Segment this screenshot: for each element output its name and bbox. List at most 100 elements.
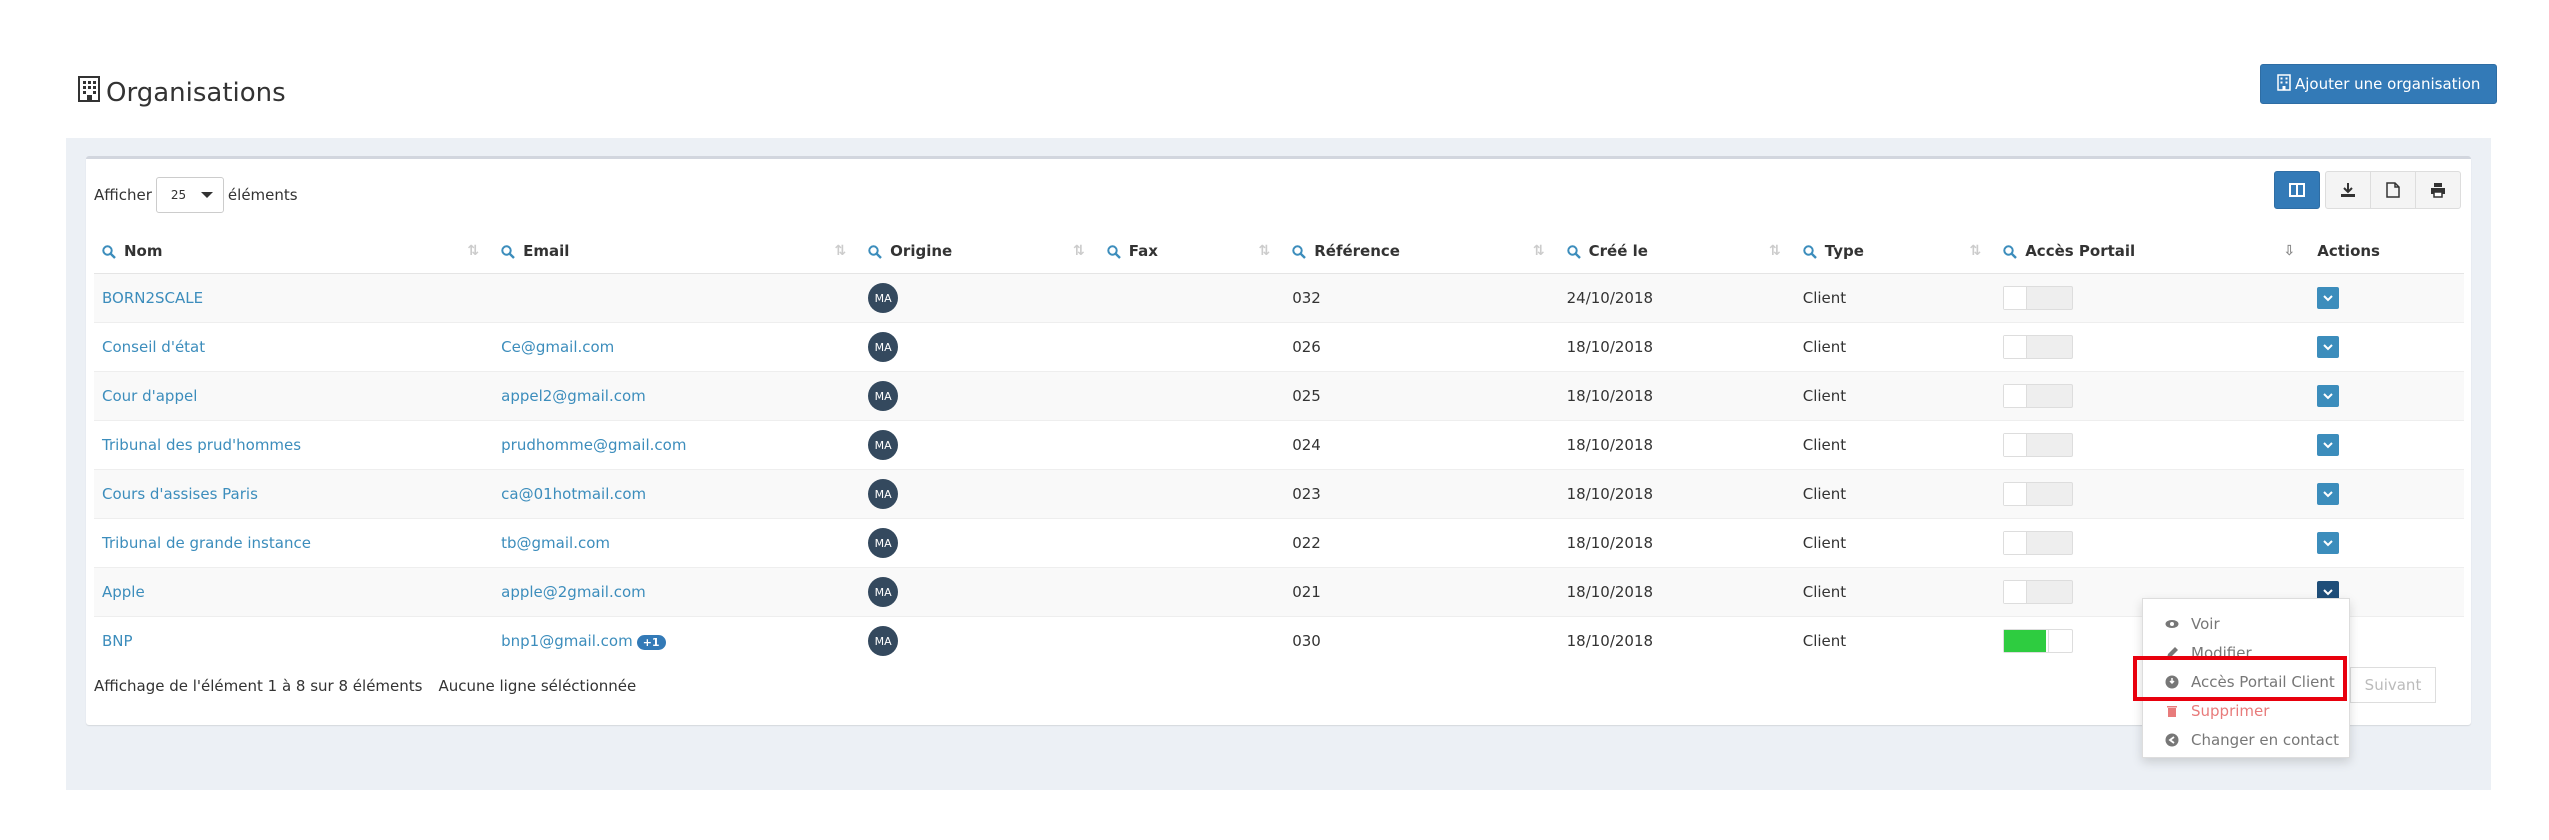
next-page-button[interactable]: Suivant	[2350, 667, 2436, 703]
organisation-name-link[interactable]: Tribunal de grande instance	[102, 534, 311, 552]
email-link[interactable]: tb@gmail.com	[501, 534, 610, 552]
toggle-knob	[2004, 336, 2028, 358]
actions-dropdown-button[interactable]	[2317, 532, 2340, 554]
type-value: Client	[1802, 289, 1847, 307]
sort-icon[interactable]: ⇅	[1533, 243, 1545, 259]
email-link[interactable]: apple@2gmail.com	[501, 583, 646, 601]
column-header[interactable]: Type ⇅	[1794, 229, 1996, 274]
chevron-down-icon	[2323, 442, 2333, 449]
toggle-fill	[2004, 630, 2047, 652]
page-length-select[interactable]: 25	[155, 177, 224, 213]
table-cell: MA	[860, 322, 1099, 372]
table-cell	[2309, 371, 2464, 421]
column-header[interactable]: Email ⇅	[493, 229, 861, 274]
search-icon[interactable]	[1803, 244, 1817, 259]
search-icon[interactable]	[501, 244, 515, 259]
table-cell: Conseil d'état	[94, 322, 494, 372]
organisation-name-link[interactable]: Apple	[102, 583, 145, 601]
search-icon[interactable]	[102, 244, 116, 259]
table-cell	[1098, 420, 1285, 470]
email-link[interactable]: bnp1@gmail.com	[501, 632, 633, 650]
table-cell: Client	[1794, 616, 1996, 665]
table-cell: 18/10/2018	[1558, 469, 1795, 519]
table-footer-info: Affichage de l'élément 1 à 8 sur 8 éléme…	[94, 677, 636, 695]
organisation-name-link[interactable]: Cours d'assises Paris	[102, 485, 258, 503]
table-cell: 030	[1284, 616, 1559, 665]
portal-access-toggle[interactable]	[2003, 629, 2074, 653]
origin-avatar: MA	[868, 577, 899, 607]
chevron-down-icon	[2323, 491, 2333, 498]
column-header[interactable]: Référence ⇅	[1284, 229, 1559, 274]
menu-item-changer-en-contact[interactable]: Changer en contact	[2143, 725, 2349, 754]
column-header[interactable]: Accès Portail ⇩	[1995, 229, 2310, 274]
email-link[interactable]: ca@01hotmail.com	[501, 485, 646, 503]
table-cell: 18/10/2018	[1558, 322, 1795, 372]
actions-dropdown-button[interactable]	[2317, 336, 2340, 358]
table-row: Cour d'appel appel2@gmail.com MA 025 18/10/2…	[94, 371, 2464, 421]
columns-button[interactable]	[2274, 171, 2320, 209]
table-cell: 023	[1284, 469, 1559, 519]
table-cell: Client	[1794, 420, 1996, 470]
pdf-button[interactable]	[2370, 171, 2416, 209]
table-header-row: Nom ⇅ Email ⇅ Origine ⇅ Fax ⇅ Référence ⇅ Créé le ⇅…	[94, 229, 2464, 274]
column-header[interactable]: Origine ⇅	[860, 229, 1099, 274]
actions-dropdown-button[interactable]	[2317, 434, 2340, 456]
portal-access-toggle[interactable]	[2003, 580, 2074, 604]
trash-icon	[2167, 705, 2177, 717]
email-link[interactable]: Ce@gmail.com	[501, 338, 614, 356]
search-icon[interactable]	[868, 244, 883, 259]
reference-value: 030	[1292, 632, 1321, 650]
search-icon[interactable]	[1566, 244, 1581, 259]
search-icon[interactable]	[1107, 244, 1121, 259]
created-date: 18/10/2018	[1566, 534, 1654, 552]
organisation-name-link[interactable]: Conseil d'état	[102, 338, 205, 356]
sort-icon[interactable]: ⇩	[2284, 243, 2296, 259]
portal-access-toggle[interactable]	[2003, 531, 2074, 555]
column-header[interactable]: Créé le ⇅	[1558, 229, 1795, 274]
portal-access-toggle[interactable]	[2003, 384, 2074, 408]
actions-dropdown-button[interactable]	[2317, 385, 2340, 407]
organisation-name-link[interactable]: Cour d'appel	[102, 387, 197, 405]
column-header[interactable]: Nom ⇅	[94, 229, 494, 274]
sort-icon[interactable]: ⇅	[1769, 243, 1781, 259]
search-icon[interactable]	[1292, 244, 1307, 259]
menu-item-label: Supprimer	[2191, 701, 2270, 720]
type-value: Client	[1802, 387, 1847, 405]
page-title-text: Organisations	[106, 77, 286, 108]
origin-avatar: MA	[868, 626, 899, 656]
sort-icon[interactable]: ⇅	[834, 243, 846, 259]
organisation-name-link[interactable]: BORN2SCALE	[102, 289, 203, 307]
sort-icon[interactable]: ⇅	[467, 243, 479, 259]
table-cell	[2309, 273, 2464, 323]
download-button[interactable]	[2325, 171, 2371, 209]
table-toolbar	[2274, 171, 2461, 209]
organisation-name-link[interactable]: Tribunal des prud'hommes	[102, 436, 301, 454]
reference-value: 024	[1292, 436, 1321, 454]
sort-icon[interactable]: ⇅	[1258, 243, 1270, 259]
table-row: Tribunal de grande instance tb@gmail.com M…	[94, 518, 2464, 568]
portal-access-toggle[interactable]	[2003, 286, 2074, 310]
print-button[interactable]	[2415, 171, 2461, 209]
organisation-name-link[interactable]: BNP	[102, 632, 133, 650]
add-organisation-button[interactable]: Ajouter une organisation	[2260, 64, 2498, 104]
portal-access-toggle[interactable]	[2003, 433, 2074, 457]
table-cell: BORN2SCALE	[94, 273, 494, 323]
search-icon[interactable]	[2003, 244, 2018, 259]
column-header[interactable]: Fax ⇅	[1098, 229, 1285, 274]
email-count-badge[interactable]: +1	[636, 635, 666, 650]
table-row: Cours d'assises Paris ca@01hotmail.com MA 0…	[94, 469, 2464, 519]
portal-access-toggle[interactable]	[2003, 335, 2074, 359]
sort-icon[interactable]: ⇅	[1969, 243, 1981, 259]
sort-icon[interactable]: ⇅	[1073, 243, 1085, 259]
type-value: Client	[1802, 583, 1847, 601]
actions-dropdown-button[interactable]	[2317, 287, 2340, 309]
email-link[interactable]: appel2@gmail.com	[501, 387, 646, 405]
toggle-knob	[2004, 581, 2028, 603]
email-link[interactable]: prudhomme@gmail.com	[501, 436, 686, 454]
actions-dropdown-button[interactable]	[2317, 483, 2340, 505]
table-cell: appel2@gmail.com	[493, 371, 861, 421]
type-value: Client	[1802, 485, 1847, 503]
portal-access-toggle[interactable]	[2003, 482, 2074, 506]
table-row: Tribunal des prud'hommes prudhomme@gmail.…	[94, 420, 2464, 470]
menu-item-voir[interactable]: Voir	[2143, 609, 2349, 638]
